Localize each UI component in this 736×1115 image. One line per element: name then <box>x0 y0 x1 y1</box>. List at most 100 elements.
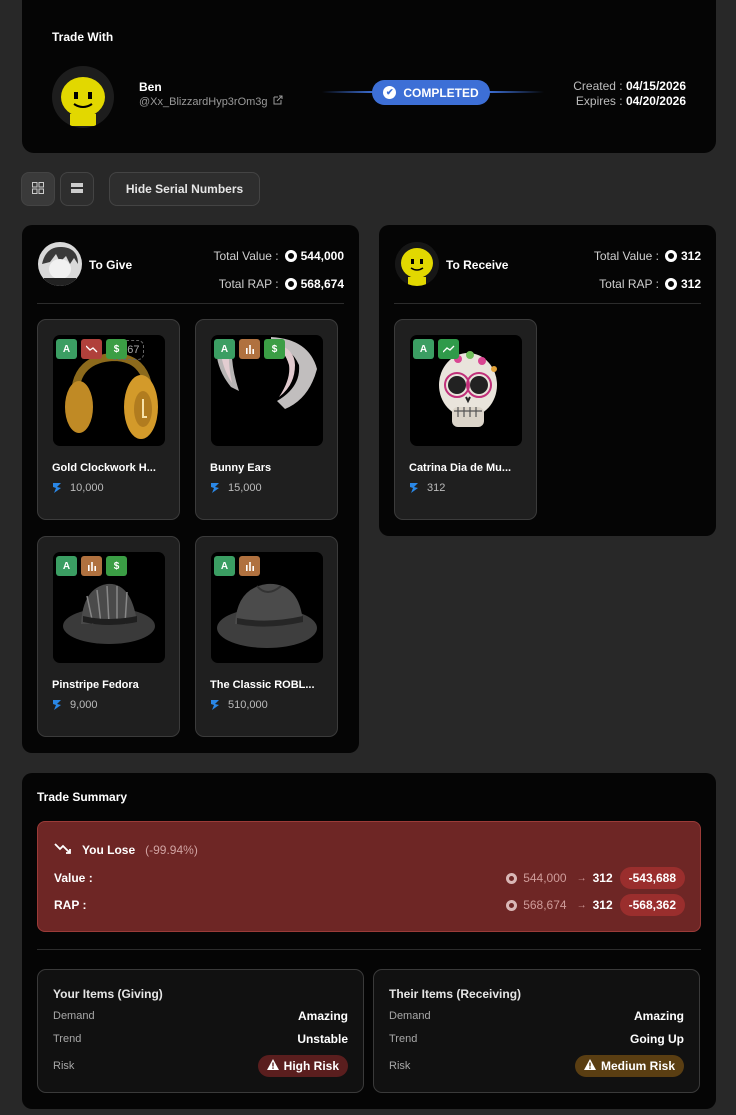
expires-value: 04/20/2026 <box>625 94 686 108</box>
item-name: Gold Clockwork H... <box>52 462 156 474</box>
item-name: Bunny Ears <box>210 462 272 474</box>
badge-dollar: $ <box>106 556 127 576</box>
hide-serial-numbers-label: Hide Serial Numbers <box>125 182 244 196</box>
receive-total-value-label: Total Value : <box>593 249 659 263</box>
arrow-right-icon: → <box>576 872 587 884</box>
trend-down-icon <box>54 842 72 857</box>
item-value-text: 9,000 <box>70 699 98 711</box>
receive-panel: To Receive Total Value : 312 Total RAP : 3… <box>379 225 716 536</box>
summary-title: Trade Summary <box>37 790 128 804</box>
item-badges: A $ <box>56 339 127 359</box>
trend-label: Trend <box>389 1033 418 1045</box>
rap-to: 312 <box>592 898 613 912</box>
rap-from: 568,674 <box>523 898 567 912</box>
item-badges: A $ <box>214 339 285 359</box>
risk-badge: High Risk <box>257 1055 348 1077</box>
robux-icon <box>284 278 297 290</box>
trade-header: Trade With Ben @Xx_BlizzardHyp3rOm3g ✔ C… <box>22 0 716 153</box>
demand-value: Amazing <box>633 1009 684 1023</box>
badge-a: A <box>214 339 235 359</box>
bar-chart-icon <box>81 556 102 576</box>
rap-delta: -568,362 <box>619 894 685 916</box>
warning-icon <box>266 1059 279 1073</box>
status-line-right <box>489 91 544 93</box>
value-label: Value : <box>54 871 93 885</box>
demand-row: Demand Amazing <box>389 1008 684 1024</box>
loss-card: You Lose (-99.94%) Value : 544,000 → 312… <box>37 821 701 932</box>
grid-icon <box>32 181 44 197</box>
demand-label: Demand <box>389 1010 431 1022</box>
receive-item-card[interactable]: A Catrina Dia de Mu... 312 <box>394 319 537 520</box>
receive-divider <box>394 303 701 304</box>
trend-value: Going Up <box>630 1032 684 1046</box>
give-total-rap: 568,674 <box>300 277 344 291</box>
list-icon <box>71 182 83 197</box>
trade-summary: Trade Summary You Lose (-99.94%) Value :… <box>22 773 716 1109</box>
your-items-box: Your Items (Giving) Demand Amazing Trend… <box>37 969 364 1093</box>
risk-row: Risk High Risk <box>53 1055 348 1077</box>
risk-label: Risk <box>389 1060 411 1072</box>
badge-dollar: $ <box>106 339 127 359</box>
warning-icon <box>583 1059 596 1073</box>
robux-icon <box>506 872 518 884</box>
trade-dates: Created : 04/15/2026 Expires : 04/20/202… <box>573 79 686 109</box>
receive-title: To Receive <box>446 258 509 272</box>
their-items-title: Their Items (Receiving) <box>389 987 522 1001</box>
rap-row: RAP : 568,674 → 312 -568,362 <box>54 894 685 916</box>
item-name: Pinstripe Fedora <box>52 679 139 691</box>
give-total-value: 544,000 <box>300 249 344 263</box>
item-badges: A <box>413 339 459 359</box>
risk-value: High Risk <box>283 1059 339 1073</box>
robux-icon <box>664 278 677 290</box>
give-item-card[interactable]: A $ Pinstripe Fedora 9,000 <box>37 536 180 737</box>
item-value-text: 15,000 <box>228 482 262 494</box>
arrow-right-icon: → <box>576 899 587 911</box>
external-link-icon[interactable] <box>273 95 283 108</box>
item-name: The Classic ROBL... <box>210 679 315 691</box>
rolimons-icon <box>53 700 61 710</box>
rolimons-icon <box>410 483 418 493</box>
risk-row: Risk Medium Risk <box>389 1055 684 1077</box>
expires-label: Expires : <box>575 94 623 108</box>
robux-icon <box>284 250 297 262</box>
badge-a: A <box>413 339 434 359</box>
badge-dollar: $ <box>264 339 285 359</box>
result-label: You Lose <box>82 842 136 857</box>
give-title: To Give <box>89 258 133 272</box>
hide-serial-numbers-button[interactable]: Hide Serial Numbers <box>109 172 260 206</box>
give-item-card[interactable]: #267 A $ Gold Clockwork H... 10,000 <box>37 319 180 520</box>
give-item-card[interactable]: A The Classic ROBL... 510,000 <box>195 536 338 737</box>
item-value: 9,000 <box>52 699 98 711</box>
rolimons-icon <box>53 483 61 493</box>
result-percent: (-99.94%) <box>145 842 198 857</box>
my-avatar <box>38 242 82 286</box>
trend-label: Trend <box>53 1033 82 1045</box>
created-label: Created : <box>573 79 623 93</box>
rolimons-icon <box>211 700 219 710</box>
give-divider <box>37 303 344 304</box>
value-delta: -543,688 <box>619 867 685 889</box>
give-totals: Total Value : 544,000 Total RAP : 568,674 <box>213 242 344 298</box>
risk-badge: Medium Risk <box>574 1055 684 1077</box>
rolimons-icon <box>211 483 219 493</box>
robux-icon <box>664 250 677 262</box>
item-badges: A $ <box>56 556 127 576</box>
give-total-value-label: Total Value : <box>213 249 279 263</box>
trend-value: Unstable <box>297 1032 348 1046</box>
partner-handle-text[interactable]: @Xx_BlizzardHyp3rOm3g <box>139 96 268 108</box>
item-value: 10,000 <box>52 482 104 494</box>
risk-label: Risk <box>53 1060 75 1072</box>
list-view-button[interactable] <box>60 172 94 206</box>
demand-label: Demand <box>53 1010 95 1022</box>
rap-label: RAP : <box>54 898 87 912</box>
give-item-card[interactable]: A $ Bunny Ears 15,000 <box>195 319 338 520</box>
give-panel: To Give Total Value : 544,000 Total RAP :… <box>22 225 359 753</box>
partner-avatar[interactable] <box>52 66 114 128</box>
partner-avatar-small <box>395 242 439 286</box>
grid-view-button[interactable] <box>21 172 55 206</box>
partner-handle[interactable]: @Xx_BlizzardHyp3rOm3g <box>139 95 283 108</box>
trend-row: Trend Going Up <box>389 1031 684 1047</box>
demand-row: Demand Amazing <box>53 1008 348 1024</box>
summary-divider <box>37 949 701 950</box>
trend-row: Trend Unstable <box>53 1031 348 1047</box>
